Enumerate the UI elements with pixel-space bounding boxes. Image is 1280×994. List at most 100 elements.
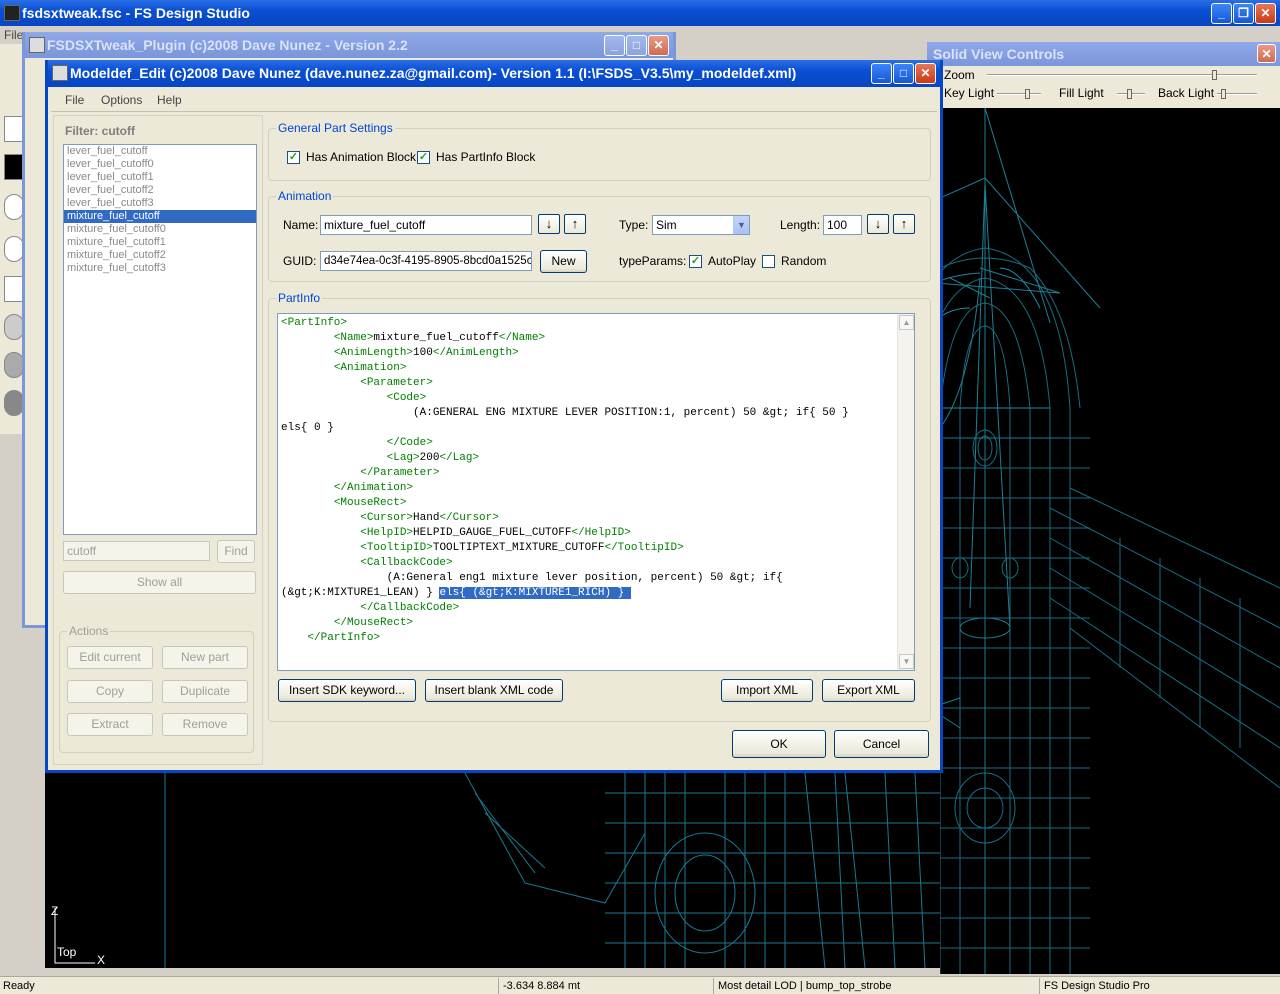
actions-label: Actions (67, 624, 111, 638)
fill-light-thumb[interactable] (1127, 89, 1132, 99)
plugin-icon (29, 37, 45, 53)
list-item[interactable]: mixture_fuel_cutoff1 (64, 236, 256, 249)
fill-light-slider[interactable] (1117, 89, 1145, 99)
3d-viewport[interactable] (940, 108, 1280, 974)
edit-current-button[interactable]: Edit current (67, 646, 153, 669)
back-light-slider[interactable] (1217, 89, 1257, 99)
new-guid-button[interactable]: New (540, 250, 587, 273)
show-all-button[interactable]: Show all (63, 571, 256, 594)
move-up-button[interactable]: ↑ (564, 214, 586, 234)
guid-input[interactable]: d34e74ea-0c3f-4195-8905-8bcd0a1525cd (320, 251, 532, 271)
part-list[interactable]: lever_fuel_cutoff lever_fuel_cutoff0 lev… (63, 144, 257, 535)
insert-sdk-keyword-button[interactable]: Insert SDK keyword... (278, 679, 416, 702)
restore-icon[interactable]: ❐ (1233, 3, 1254, 24)
dialog-title-bar[interactable]: Modeldef_Edit (c)2008 Dave Nunez (dave.n… (48, 60, 940, 87)
ok-button[interactable]: OK (732, 730, 826, 758)
list-item[interactable]: mixture_fuel_cutoff3 (64, 262, 256, 275)
chevron-down-icon[interactable]: ▼ (733, 216, 749, 234)
tool-torus-icon[interactable] (4, 314, 24, 340)
zoom-label: Zoom (944, 68, 975, 82)
random-label: Random (781, 254, 827, 268)
zoom-slider[interactable] (987, 70, 1257, 80)
length-down-button[interactable]: ↓ (867, 214, 889, 234)
move-down-button[interactable]: ↓ (538, 214, 560, 234)
general-settings-label: General Part Settings (276, 121, 395, 135)
import-xml-button[interactable]: Import XML (721, 679, 813, 702)
list-item[interactable]: lever_fuel_cutoff (64, 145, 256, 158)
animation-label: Animation (276, 189, 334, 203)
anim-name-input[interactable]: mixture_fuel_cutoff (320, 215, 532, 235)
dialog-close-icon[interactable]: ✕ (915, 63, 936, 84)
scroll-up-icon[interactable]: ▲ (899, 315, 914, 330)
autoplay-label: AutoPlay (708, 254, 757, 268)
list-item[interactable]: mixture_fuel_cutoff0 (64, 223, 256, 236)
random-checkbox[interactable] (762, 255, 775, 268)
list-item[interactable]: lever_fuel_cutoff1 (64, 171, 256, 184)
partinfo-label: PartInfo (276, 291, 323, 305)
extract-button[interactable]: Extract (67, 713, 153, 736)
svc-close-icon[interactable]: ✕ (1257, 44, 1276, 63)
search-input[interactable]: cutoff (63, 541, 210, 561)
export-xml-button[interactable]: Export XML (822, 679, 915, 702)
autoplay-checkbox[interactable]: ✓ (689, 255, 702, 268)
key-light-label: Key Light (944, 86, 995, 100)
back-light-thumb[interactable] (1221, 89, 1226, 99)
has-partinfo-checkbox[interactable]: ✓ (417, 151, 430, 164)
plugin-maximize-icon[interactable]: □ (626, 35, 647, 56)
remove-button[interactable]: Remove (162, 713, 248, 736)
axis-x-label: X (97, 953, 106, 967)
find-button[interactable]: Find (217, 540, 255, 563)
plugin-minimize-icon[interactable]: _ (604, 35, 625, 56)
length-input[interactable]: 100 (823, 215, 862, 235)
tool-shape-icon[interactable] (4, 116, 24, 142)
minimize-icon[interactable]: _ (1211, 3, 1232, 24)
xml-editor[interactable]: <PartInfo> <Name>mixture_fuel_cutoff</Na… (277, 313, 915, 671)
insert-blank-xml-button[interactable]: Insert blank XML code (425, 679, 563, 702)
plugin-close-icon[interactable]: ✕ (648, 35, 669, 56)
tool-sphere-icon[interactable] (4, 236, 24, 262)
close-icon[interactable]: ✕ (1255, 3, 1276, 24)
list-item[interactable]: lever_fuel_cutoff3 (64, 197, 256, 210)
dialog-menu-options[interactable]: Options (101, 93, 142, 107)
list-item[interactable]: lever_fuel_cutoff0 (64, 158, 256, 171)
copy-button[interactable]: Copy (67, 680, 153, 703)
dialog-minimize-icon[interactable]: _ (871, 63, 892, 84)
list-item[interactable]: lever_fuel_cutoff2 (64, 184, 256, 197)
dialog-maximize-icon[interactable]: □ (893, 63, 914, 84)
tool-mesh-icon[interactable] (4, 390, 24, 416)
scroll-down-icon[interactable]: ▼ (899, 654, 914, 669)
dialog-menu-help[interactable]: Help (157, 93, 182, 107)
new-part-button[interactable]: New part (162, 646, 248, 669)
dialog-title: Modeldef_Edit (c)2008 Dave Nunez (dave.n… (70, 65, 797, 81)
zoom-slider-thumb[interactable] (1212, 70, 1217, 80)
top-view-viewport[interactable]: Z X Top (45, 773, 940, 968)
app-title-bar[interactable]: fsdsxtweak.fsc - FS Design Studio _ ❐ ✕ (0, 0, 1280, 26)
dialog-icon (52, 65, 68, 81)
key-light-thumb[interactable] (1025, 89, 1030, 99)
type-label: Type: (619, 218, 649, 232)
tool-box-icon[interactable] (4, 154, 24, 180)
name-label: Name: (283, 218, 319, 232)
tool-geo-icon[interactable] (4, 352, 24, 378)
plugin-title-bar[interactable]: FSDSXTweak_Plugin (c)2008 Dave Nunez - V… (25, 32, 673, 58)
editor-scrollbar[interactable]: ▲ ▼ (897, 314, 914, 670)
key-light-slider[interactable] (997, 89, 1041, 99)
dialog-menubar: File Options Help (51, 88, 937, 112)
tool-cylinder-icon[interactable] (4, 194, 24, 220)
typeparams-label: typeParams: (619, 254, 687, 268)
length-up-button[interactable]: ↑ (893, 214, 915, 234)
has-animation-checkbox[interactable]: ✓ (287, 151, 300, 164)
list-item[interactable]: mixture_fuel_cutoff2 (64, 249, 256, 262)
status-bar: Ready -3.634 8.884 mt Most detail LOD | … (0, 976, 1280, 994)
duplicate-button[interactable]: Duplicate (162, 680, 248, 703)
view-name: Top (57, 945, 77, 959)
cancel-button[interactable]: Cancel (834, 730, 929, 758)
type-select[interactable]: Sim ▼ (652, 215, 750, 235)
svc-title-bar[interactable]: Solid View Controls ✕ (927, 42, 1280, 66)
left-pane: Filter: cutoff lever_fuel_cutoff lever_f… (53, 115, 263, 765)
list-item-selected[interactable]: mixture_fuel_cutoff (64, 210, 256, 223)
status-ready: Ready (3, 980, 35, 992)
dialog-menu-file[interactable]: File (65, 93, 84, 107)
tool-wedge-icon[interactable] (4, 276, 24, 302)
menu-file[interactable]: File (4, 28, 23, 42)
